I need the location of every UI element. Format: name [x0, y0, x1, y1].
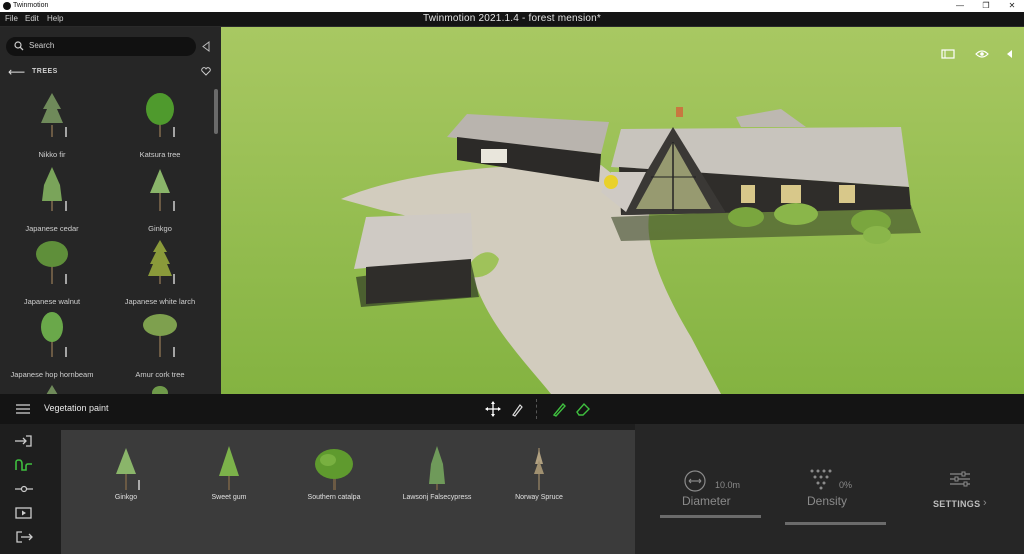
- settings-button[interactable]: SETTINGS: [933, 499, 980, 509]
- menu-bar: File Edit Help Twinmotion 2021.1.4 - for…: [0, 12, 1024, 27]
- brush-icon[interactable]: [550, 400, 568, 418]
- tree-thumbnail-icon: [46, 385, 58, 394]
- palette-item-label: Ginkgo: [114, 494, 138, 501]
- move-gizmo-icon[interactable]: [484, 400, 502, 418]
- tool-separator: [536, 399, 537, 419]
- restore-icon[interactable]: ❐: [976, 1, 996, 11]
- library-item-label: Japanese walnut: [23, 297, 81, 306]
- panel-toggle-icon[interactable]: [941, 49, 955, 59]
- close-icon[interactable]: ✕: [1002, 1, 1022, 11]
- chevron-right-icon[interactable]: ›: [983, 497, 987, 509]
- tree-thumbnail-icon: [41, 312, 67, 357]
- library-scrollbar[interactable]: [214, 89, 218, 134]
- media-icon[interactable]: [14, 506, 34, 520]
- twinmotion-window: Twinmotion — ❐ ✕ File Edit Help Twinmoti…: [0, 0, 1024, 554]
- palette-item[interactable]: Lawsonj Falsecypress: [397, 444, 477, 504]
- tree-thumbnail-icon: [41, 93, 67, 137]
- diameter-value: 10.0m: [715, 480, 741, 490]
- palette-item-label: Southern catalpa: [307, 494, 361, 501]
- palette-item-label: Sweet gum: [211, 494, 247, 501]
- library-item[interactable]: Ginkgo: [110, 165, 210, 233]
- palette-item-label: Norway Spruce: [515, 494, 563, 501]
- document-title: Twinmotion 2021.1.4 - forest mension*: [422, 13, 602, 24]
- line-icon[interactable]: [14, 482, 34, 496]
- library-item-label: Nikko fir: [38, 150, 66, 159]
- density-slider[interactable]: [785, 522, 886, 525]
- library-item[interactable]: Nikko fir: [2, 91, 102, 159]
- diameter-label: Diameter: [682, 494, 731, 508]
- eraser-icon[interactable]: [574, 400, 592, 418]
- library-item[interactable]: Japanese white larch: [110, 238, 210, 306]
- search-icon: [14, 41, 24, 51]
- tree-thumbnail-icon: [534, 448, 544, 490]
- export-icon[interactable]: [14, 530, 34, 544]
- diameter-slider[interactable]: [660, 515, 761, 518]
- hamburger-menu-icon[interactable]: [16, 404, 30, 414]
- 3d-viewport[interactable]: [221, 27, 1024, 394]
- import-icon[interactable]: [14, 434, 34, 448]
- vegetation-palette: Ginkgo Sweet gum Southern catalpa Lawson…: [61, 430, 635, 554]
- pipette-icon[interactable]: [508, 400, 526, 418]
- density-label: Density: [807, 494, 848, 508]
- app-name: Twinmotion: [13, 2, 49, 9]
- tree-thumbnail-icon: [315, 449, 353, 490]
- tree-thumbnail-icon: [146, 93, 175, 137]
- tree-thumbnail-icon: [143, 314, 177, 357]
- library-item-label: Japanese cedar: [25, 224, 79, 233]
- tool-strip: Vegetation paint: [0, 394, 1024, 424]
- library-item[interactable]: [2, 383, 102, 394]
- collapse-right-icon[interactable]: [1005, 49, 1013, 59]
- panel-title: Vegetation paint: [44, 403, 109, 413]
- tree-thumbnail-icon: [36, 241, 68, 284]
- back-arrow-icon[interactable]: ⟵: [8, 66, 25, 78]
- library-item-label: Japanese hop hornbeam: [10, 370, 94, 379]
- density-icon: [810, 469, 832, 490]
- settings-sliders-icon: [950, 471, 970, 487]
- palette-item[interactable]: Ginkgo: [86, 444, 166, 504]
- minimize-icon[interactable]: —: [950, 1, 970, 11]
- library-item-label: Katsura tree: [139, 150, 181, 159]
- left-rail: [0, 424, 60, 554]
- scene-render: [221, 27, 1024, 394]
- tree-thumbnail-icon: [219, 446, 239, 490]
- library-item-label: Japanese white larch: [124, 297, 196, 306]
- palette-item-label: Lawsonj Falsecypress: [402, 494, 472, 501]
- tree-thumbnail-icon: [152, 386, 168, 394]
- paint-icon[interactable]: [14, 458, 34, 472]
- palette-item[interactable]: Southern catalpa: [294, 444, 374, 504]
- tree-thumbnail-icon: [42, 167, 67, 211]
- tree-thumbnail-icon: [150, 169, 175, 211]
- library-item[interactable]: Japanese walnut: [2, 238, 102, 306]
- library-item-label: Amur cork tree: [135, 370, 185, 379]
- category-title: TREES: [32, 68, 58, 75]
- collapse-panel-icon[interactable]: [201, 41, 210, 52]
- library-item-label: Ginkgo: [148, 224, 172, 233]
- library-item[interactable]: Katsura tree: [110, 91, 210, 159]
- density-value: 0%: [839, 480, 853, 490]
- title-bar: Twinmotion — ❐ ✕: [0, 0, 1024, 12]
- tree-thumbnail-icon: [116, 448, 140, 490]
- search-input[interactable]: Search: [6, 37, 196, 56]
- palette-item[interactable]: Sweet gum: [189, 444, 269, 504]
- eye-icon[interactable]: [975, 49, 989, 59]
- twinmotion-logo-icon: [3, 2, 11, 10]
- library-item[interactable]: [110, 383, 210, 394]
- diameter-icon: [684, 470, 706, 492]
- tree-thumbnail-icon: [148, 240, 175, 284]
- search-placeholder: Search: [29, 41, 55, 50]
- palette-item[interactable]: Norway Spruce: [499, 444, 579, 504]
- tree-thumbnail-icon: [429, 446, 445, 490]
- properties-panel: 10.0m Diameter 0% Density SETTINGS ›: [635, 424, 1024, 554]
- library-item[interactable]: Japanese hop hornbeam: [2, 311, 102, 379]
- library-item[interactable]: Japanese cedar: [2, 165, 102, 233]
- library-panel: Search ⟵ TREES Nikko fir Katsura tree Ja…: [0, 27, 221, 394]
- heart-icon[interactable]: [201, 67, 211, 76]
- library-item[interactable]: Amur cork tree: [110, 311, 210, 379]
